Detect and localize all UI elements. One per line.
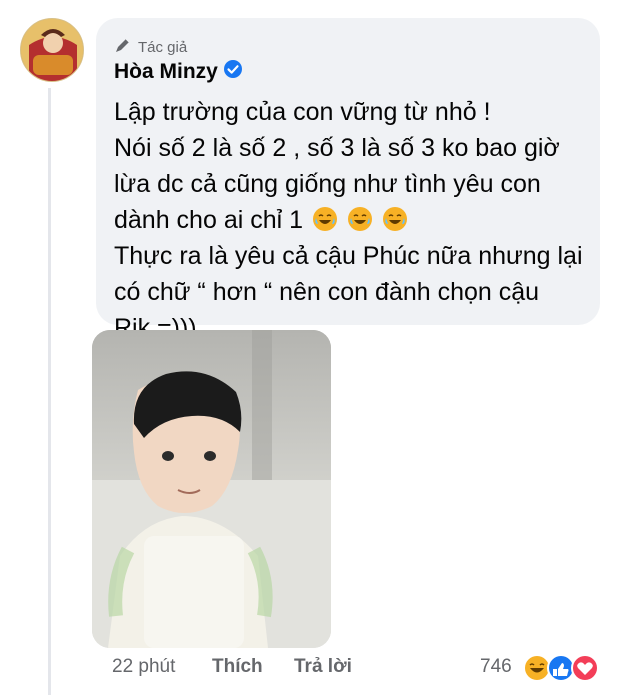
comment-line: lừa dc cả cũng giống như tình yêu con: [114, 170, 541, 198]
comment-thread-line: [48, 88, 51, 695]
pencil-icon: [114, 36, 132, 58]
comment-line: dành cho ai chỉ 1: [114, 202, 590, 238]
comment-footer: 22 phút Thích Trả lời 746: [0, 653, 620, 683]
avatar-image: [21, 19, 83, 81]
comment-line: Thực ra là yêu cả cậu Phúc nữa nhưng lại: [114, 242, 583, 270]
laugh-cry-emoji-icon: [347, 206, 373, 232]
reply-button[interactable]: Trả lời: [294, 656, 352, 678]
comment-line: có chữ “ hơn “ nên con đành chọn cậu: [114, 278, 540, 306]
comment-line: Nói số 2 là số 2 , số 3 là số 3 ko bao g…: [114, 134, 560, 162]
love-icon: [571, 654, 599, 682]
author-badge-label: Tác giả: [138, 38, 188, 56]
laugh-cry-emoji-icon: [382, 206, 408, 232]
author-badge: Tác giả: [114, 36, 187, 58]
comment-text: Lập trường của con vững từ nhỏ ! Nói số …: [114, 94, 590, 346]
comment-line: Lập trường của con vững từ nhỏ !: [114, 98, 491, 126]
like-button[interactable]: Thích: [212, 656, 263, 678]
reaction-count[interactable]: 746: [480, 656, 512, 678]
verified-badge-icon: [223, 60, 242, 84]
laugh-cry-emoji-icon: [312, 206, 338, 232]
child-photo-image: [92, 330, 331, 648]
comment-line-text: dành cho ai chỉ 1: [114, 206, 304, 234]
author-name-row[interactable]: Hòa Minzy: [114, 60, 242, 84]
avatar[interactable]: [20, 18, 84, 82]
comment-bubble: Tác giả Hòa Minzy Lập trường của con vữn…: [96, 18, 600, 342]
reaction-icons[interactable]: [522, 653, 604, 683]
like-icon: [547, 654, 575, 682]
author-name[interactable]: Hòa Minzy: [114, 60, 218, 84]
comment-time[interactable]: 22 phút: [112, 656, 175, 678]
haha-icon: [523, 654, 551, 682]
comment-photo[interactable]: [92, 330, 331, 648]
